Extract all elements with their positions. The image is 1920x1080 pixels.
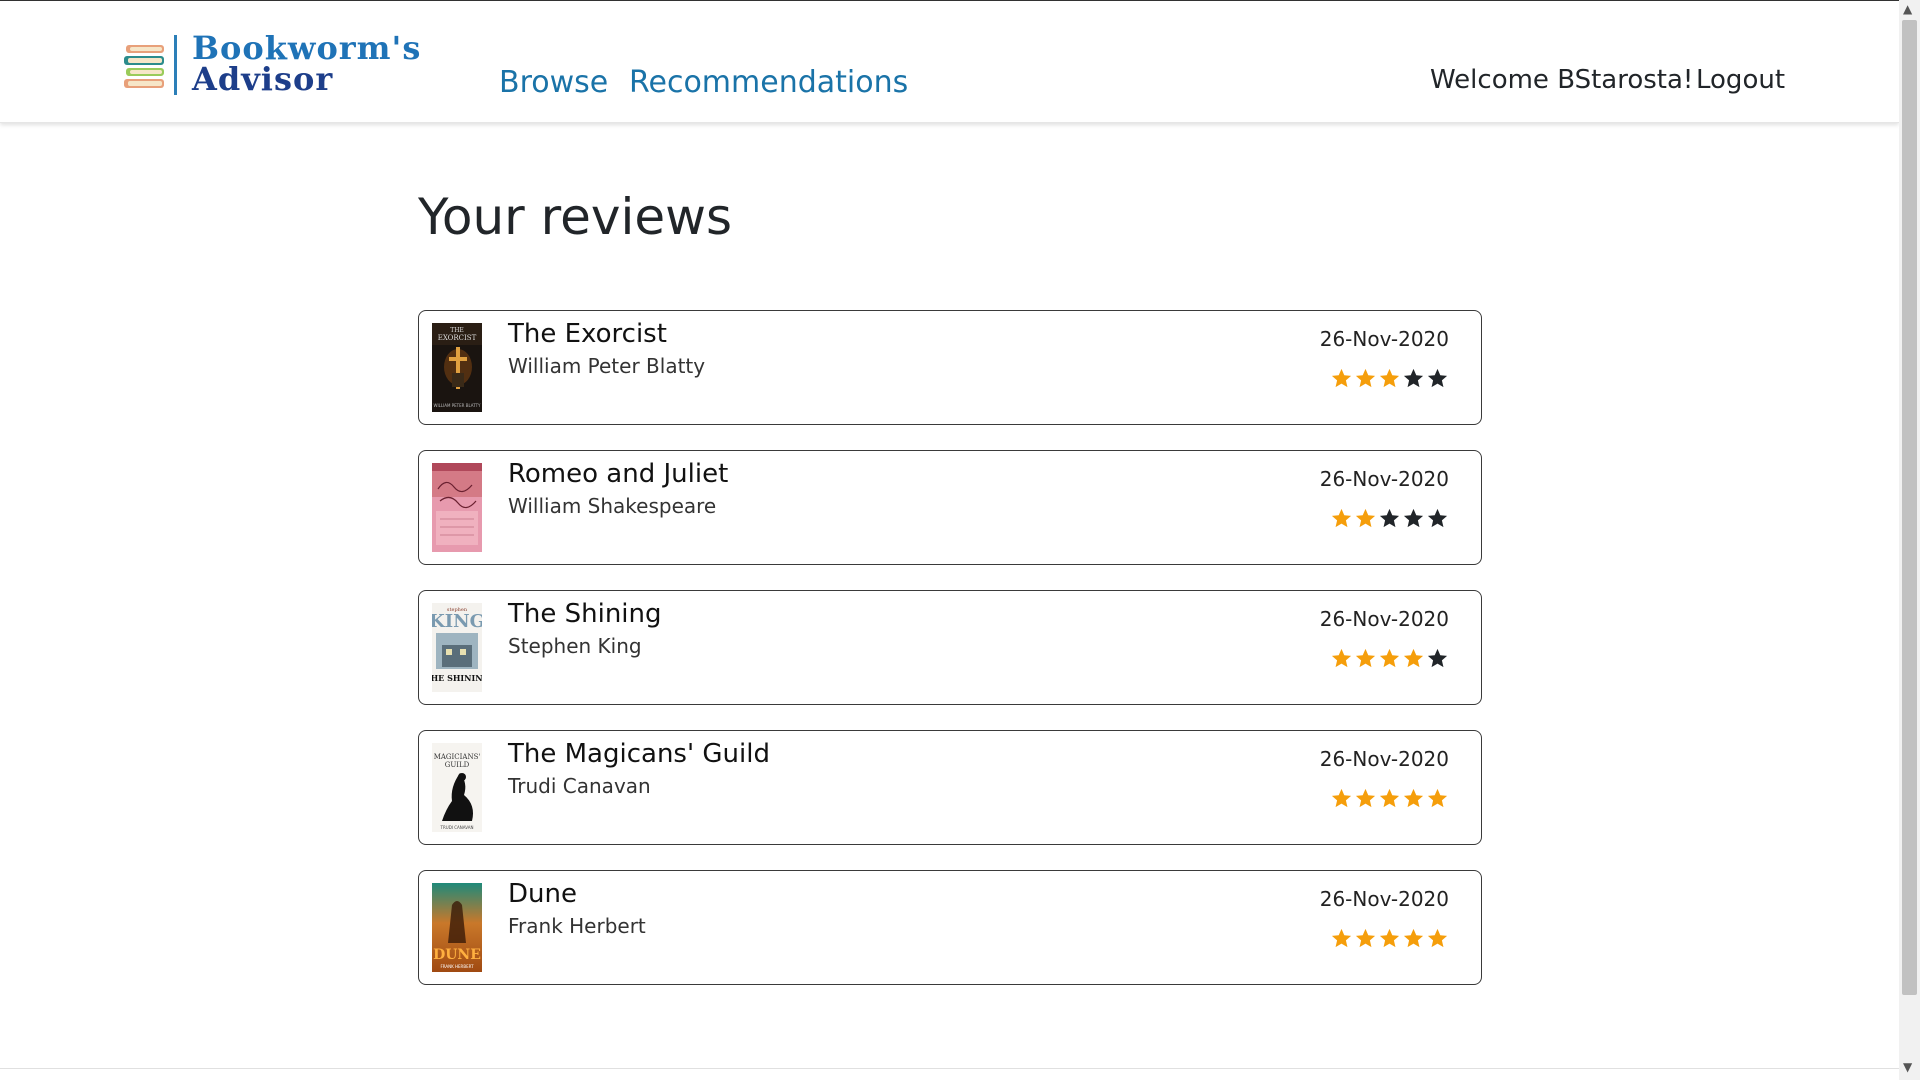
footer-divider — [0, 1068, 1899, 1069]
welcome-message: Welcome BStarosta! — [1430, 65, 1694, 95]
review-card[interactable]: THE EXORCIST WILLIAM PETER BLATTY The Ex… — [418, 310, 1482, 425]
scroll-thumb[interactable] — [1902, 20, 1917, 995]
brand-logo-link[interactable]: Bookworm's Advisor — [124, 32, 424, 98]
logout-link[interactable]: Logout — [1696, 65, 1785, 95]
vertical-scrollbar[interactable]: ▲ ▼ — [1899, 0, 1920, 1080]
book-cover-image: MAGICIANS' GUILD TRUDI CANAVAN — [432, 743, 482, 832]
star-filled-icon — [1331, 928, 1352, 948]
book-author: Trudi Canavan — [508, 774, 651, 798]
book-title[interactable]: The Shining — [508, 599, 662, 629]
star-empty-icon — [1427, 508, 1448, 528]
review-card[interactable]: stephen KING THE SHINING The Shining Ste… — [418, 590, 1482, 705]
nav-recommendations-link[interactable]: Recommendations — [629, 65, 908, 100]
svg-text:THE: THE — [450, 327, 464, 334]
book-cover-image: DUNE FRANK HERBERT — [432, 883, 482, 972]
star-filled-icon — [1355, 928, 1376, 948]
star-empty-icon — [1403, 368, 1424, 388]
review-date: 26-Nov-2020 — [1319, 327, 1449, 351]
scroll-up-arrow-icon[interactable]: ▲ — [1903, 2, 1912, 16]
reviews-list: THE EXORCIST WILLIAM PETER BLATTY The Ex… — [418, 310, 1482, 1010]
star-filled-icon — [1403, 648, 1424, 668]
star-rating — [1330, 927, 1449, 950]
star-empty-icon — [1427, 648, 1448, 668]
star-filled-icon — [1379, 648, 1400, 668]
star-filled-icon — [1331, 508, 1352, 528]
star-empty-icon — [1427, 368, 1448, 388]
book-cover-image — [432, 463, 482, 552]
star-empty-icon — [1379, 508, 1400, 528]
page: Bookworm's Advisor Browse Recommendation… — [0, 0, 1899, 1080]
svg-text:WILLIAM PETER BLATTY: WILLIAM PETER BLATTY — [434, 403, 481, 408]
book-author: Stephen King — [508, 634, 642, 658]
star-rating — [1330, 647, 1449, 670]
book-title[interactable]: Dune — [508, 879, 577, 909]
svg-text:FRANK HERBERT: FRANK HERBERT — [440, 964, 474, 969]
brand-divider — [174, 35, 177, 95]
book-author: William Peter Blatty — [508, 354, 706, 378]
svg-text:MAGICIANS': MAGICIANS' — [434, 753, 481, 761]
star-filled-icon — [1331, 368, 1352, 388]
svg-text:EXORCIST: EXORCIST — [438, 334, 477, 342]
star-filled-icon — [1379, 928, 1400, 948]
book-cover-image: THE EXORCIST WILLIAM PETER BLATTY — [432, 323, 482, 412]
svg-text:KING: KING — [432, 611, 482, 632]
book-author: William Shakespeare — [508, 494, 717, 518]
book-cover-image: stephen KING THE SHINING — [432, 603, 482, 692]
brand-line-2: Advisor — [192, 60, 334, 98]
star-filled-icon — [1403, 928, 1424, 948]
star-empty-icon — [1403, 508, 1424, 528]
scroll-down-arrow-icon[interactable]: ▼ — [1903, 1060, 1912, 1074]
review-date: 26-Nov-2020 — [1319, 747, 1449, 771]
book-title[interactable]: The Exorcist — [508, 319, 667, 349]
star-filled-icon — [1403, 788, 1424, 808]
star-filled-icon — [1379, 788, 1400, 808]
star-filled-icon — [1427, 928, 1448, 948]
star-filled-icon — [1331, 648, 1352, 668]
star-rating — [1330, 367, 1449, 390]
review-card[interactable]: MAGICIANS' GUILD TRUDI CANAVAN The Magic… — [418, 730, 1482, 845]
nav-browse-link[interactable]: Browse — [499, 65, 608, 100]
star-rating — [1330, 507, 1449, 530]
book-author: Frank Herbert — [508, 914, 646, 938]
review-date: 26-Nov-2020 — [1319, 607, 1449, 631]
star-filled-icon — [1355, 648, 1376, 668]
svg-text:TRUDI CANAVAN: TRUDI CANAVAN — [440, 825, 474, 830]
review-card[interactable]: Romeo and Juliet William Shakespeare 26-… — [418, 450, 1482, 565]
star-filled-icon — [1427, 788, 1448, 808]
navbar: Bookworm's Advisor Browse Recommendation… — [0, 1, 1899, 123]
svg-text:THE SHINING: THE SHINING — [432, 673, 482, 683]
stacked-books-icon — [124, 45, 164, 88]
page-title: Your reviews — [418, 188, 733, 246]
svg-text:GUILD: GUILD — [445, 761, 470, 769]
star-filled-icon — [1355, 788, 1376, 808]
star-filled-icon — [1331, 788, 1352, 808]
review-date: 26-Nov-2020 — [1319, 467, 1449, 491]
star-filled-icon — [1379, 368, 1400, 388]
star-rating — [1330, 787, 1449, 810]
svg-text:DUNE: DUNE — [433, 947, 481, 963]
review-date: 26-Nov-2020 — [1319, 887, 1449, 911]
brand-name: Bookworm's Advisor — [192, 32, 421, 98]
star-filled-icon — [1355, 508, 1376, 528]
book-title[interactable]: Romeo and Juliet — [508, 459, 728, 489]
star-filled-icon — [1355, 368, 1376, 388]
book-title[interactable]: The Magicans' Guild — [508, 739, 770, 769]
review-card[interactable]: DUNE FRANK HERBERT Dune Frank Herbert 26… — [418, 870, 1482, 985]
